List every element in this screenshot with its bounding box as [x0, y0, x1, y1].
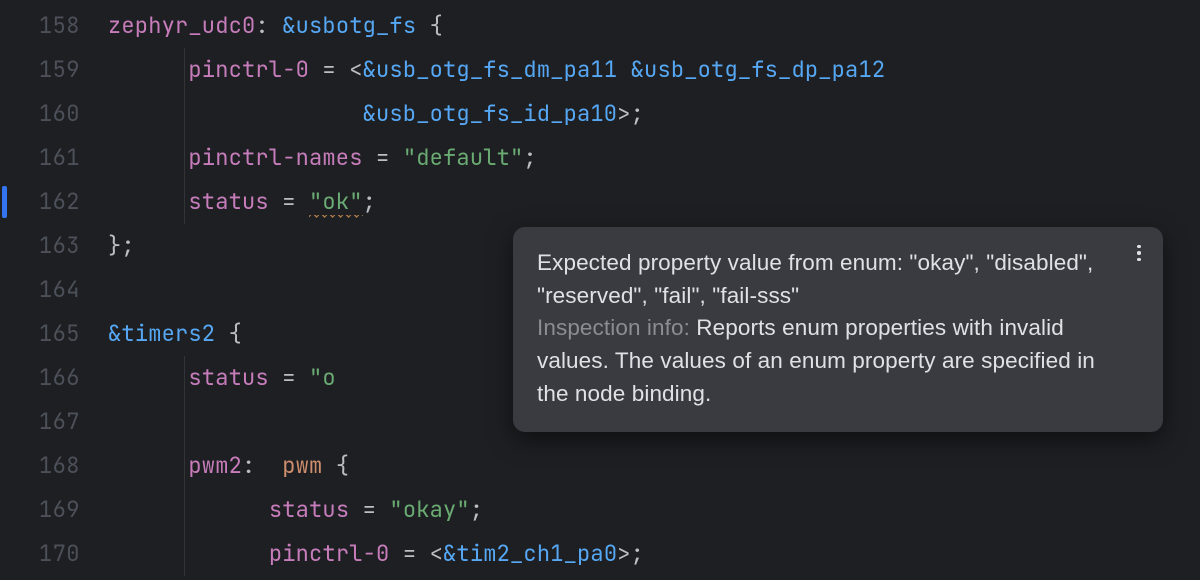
line-number[interactable]: 168 — [0, 444, 108, 488]
code-line[interactable]: status = "ok"; — [108, 180, 1200, 224]
property-name: pinctrl-0 — [269, 539, 390, 568]
code-line[interactable]: &usb_otg_fs_id_pa10>; — [108, 92, 1200, 136]
code-line[interactable]: status = "okay"; — [108, 488, 1200, 532]
phandle-ref: &usb_otg_fs_dp_pa12 — [631, 55, 886, 84]
line-number[interactable]: 160 — [0, 92, 108, 136]
node-ref: &usbotg_fs — [282, 11, 416, 40]
line-number[interactable]: 170 — [0, 532, 108, 576]
line-number[interactable]: 162 — [0, 180, 108, 224]
node-label: pwm2 — [188, 451, 242, 480]
line-number[interactable]: 164 — [0, 268, 108, 312]
code-line[interactable]: pwm2: pwm { — [108, 444, 1200, 488]
line-number[interactable]: 163 — [0, 224, 108, 268]
code-line[interactable]: pinctrl-0 = <&usb_otg_fs_dm_pa11 &usb_ot… — [108, 48, 1200, 92]
node-label: zephyr_udc0 — [108, 11, 255, 40]
string-literal: "o — [309, 363, 336, 392]
code-line[interactable]: zephyr_udc0: &usbotg_fs { — [108, 4, 1200, 48]
kebab-dot — [1137, 251, 1141, 255]
tooltip-message: Expected property value from enum: "okay… — [537, 250, 1093, 308]
phandle-ref: &usb_otg_fs_id_pa10 — [363, 99, 618, 128]
line-number[interactable]: 165 — [0, 312, 108, 356]
line-number[interactable]: 161 — [0, 136, 108, 180]
phandle-ref: &tim2_ch1_pa0 — [443, 539, 617, 568]
inspection-tooltip: Expected property value from enum: "okay… — [513, 227, 1163, 432]
string-literal: "okay" — [389, 495, 469, 524]
line-number[interactable]: 167 — [0, 400, 108, 444]
code-area[interactable]: zephyr_udc0: &usbotg_fs { pinctrl-0 = <&… — [108, 0, 1200, 580]
line-number[interactable]: 159 — [0, 48, 108, 92]
property-name: pinctrl-names — [188, 143, 362, 172]
tooltip-more-actions[interactable] — [1129, 241, 1149, 265]
node-ref: &timers2 — [108, 319, 215, 348]
node-name: pwm — [282, 451, 322, 480]
code-editor: 158159160161162163164165166167168169170 … — [0, 0, 1200, 580]
code-line[interactable]: pinctrl-0 = <&tim2_ch1_pa0>; — [108, 532, 1200, 576]
property-name: status — [269, 495, 349, 524]
inspection-info-label: Inspection info: — [537, 315, 690, 340]
phandle-ref: &usb_otg_fs_dm_pa11 — [363, 55, 618, 84]
property-name: status — [188, 187, 268, 216]
property-name: pinctrl-0 — [188, 55, 309, 84]
string-literal-warning[interactable]: "ok" — [309, 187, 363, 218]
string-literal: "default" — [403, 143, 524, 172]
property-name: status — [188, 363, 268, 392]
line-number[interactable]: 166 — [0, 356, 108, 400]
line-number[interactable]: 158 — [0, 4, 108, 48]
line-number-gutter: 158159160161162163164165166167168169170 — [0, 0, 108, 580]
line-number[interactable]: 169 — [0, 488, 108, 532]
kebab-dot — [1137, 245, 1141, 249]
code-line[interactable]: pinctrl-names = "default"; — [108, 136, 1200, 180]
kebab-dot — [1137, 258, 1141, 262]
